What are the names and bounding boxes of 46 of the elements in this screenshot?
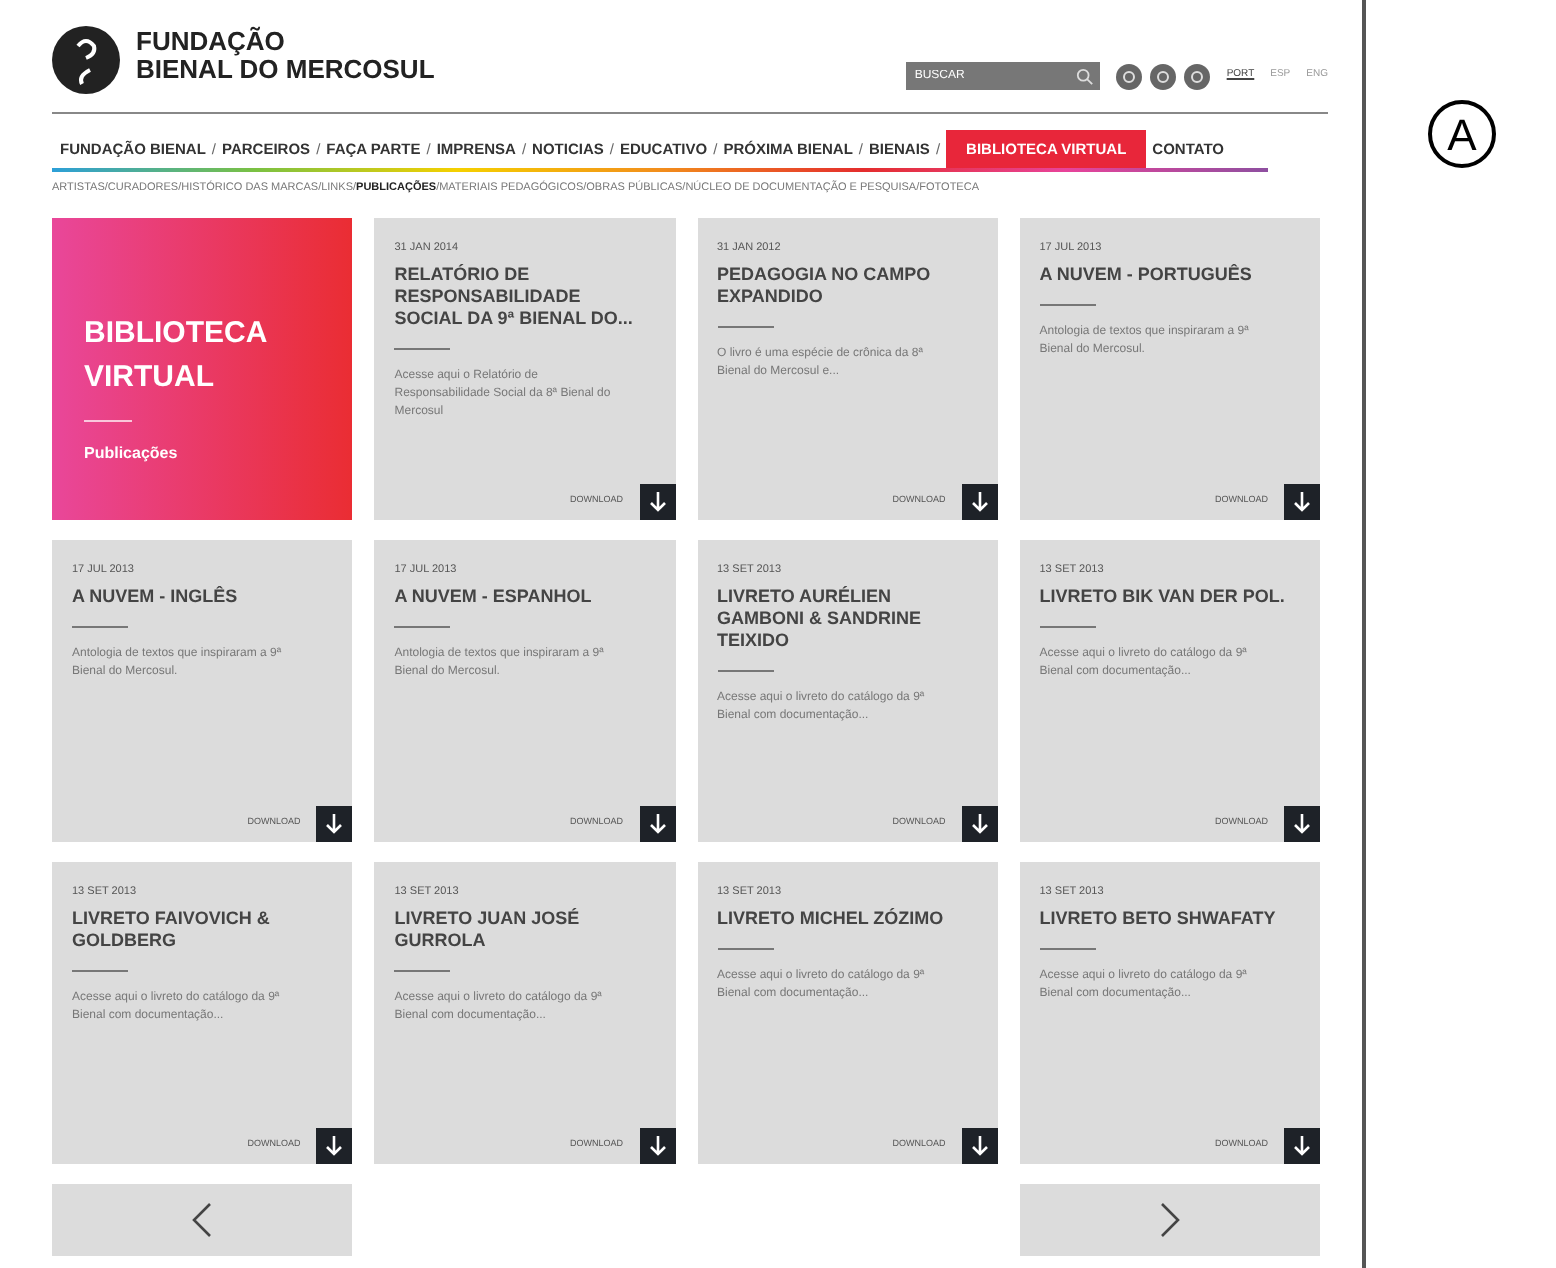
download-button[interactable]: [316, 805, 353, 841]
publication-title: A NUVEM - INGLÊS: [72, 585, 240, 608]
download-button[interactable]: [1284, 483, 1320, 519]
download-button[interactable]: [961, 1127, 998, 1163]
download-button[interactable]: [639, 1127, 675, 1163]
feature-subtitle: Publicações: [84, 441, 180, 465]
publication-title: LIVRETO BETO SHWAFATY: [1039, 907, 1278, 930]
publication-title: LIVRETO JUAN JOSÉ GURROLA: [394, 907, 582, 952]
publication-title: PEDAGOGIA NO CAMPO EXPANDIDO: [717, 263, 933, 308]
logo-icon: [52, 26, 120, 94]
download-button[interactable]: [639, 483, 675, 519]
logo-text: FUNDAÇÃO: [136, 28, 287, 56]
arrow-down-icon: [1294, 491, 1310, 511]
arrow-down-icon: [649, 491, 665, 511]
feature-title: BIBLIOTECA VIRTUAL: [84, 313, 269, 397]
logo-text: BIENAL DO MERCOSUL: [136, 56, 435, 84]
publication-title: LIVRETO AURÉLIEN GAMBONI & SANDRINE TEIXIDO: [717, 585, 924, 652]
arrow-down-icon: [1294, 1135, 1310, 1155]
arrow-down-icon: [971, 1135, 988, 1155]
download-button[interactable]: [961, 483, 998, 519]
figure-label: A: [1428, 100, 1496, 168]
publication-title: LIVRETO BIK VAN DER POL.: [1039, 585, 1287, 608]
publication-title: LIVRETO FAIVOVICH & GOLDBERG: [72, 907, 272, 952]
chevron-right-icon: [1160, 1201, 1180, 1237]
social-icon[interactable]: [1150, 63, 1177, 89]
arrow-down-icon: [971, 813, 988, 833]
social-icon[interactable]: [1184, 63, 1211, 89]
download-button[interactable]: [316, 1127, 353, 1163]
publication-title: A NUVEM - ESPANHOL: [394, 585, 594, 608]
arrow-down-icon: [649, 813, 665, 833]
publication-title: A NUVEM - PORTUGUÊS: [1039, 263, 1254, 286]
arrow-down-icon: [1294, 813, 1310, 833]
publication-title: RELATÓRIO DE RESPONSABILIDADE SOCIAL DA 9ª BIENAL DO...: [394, 263, 635, 330]
social-icon[interactable]: [1116, 63, 1143, 89]
download-button[interactable]: [1284, 805, 1320, 841]
download-button[interactable]: [1284, 1127, 1320, 1163]
arrow-down-icon: [649, 1135, 665, 1155]
search-icon: [1076, 67, 1095, 85]
download-button[interactable]: [961, 805, 998, 841]
feature-card[interactable]: BIBLIOTECA VIRTUAL Publicações: [52, 217, 353, 519]
arrow-down-icon: [971, 491, 988, 511]
chevron-left-icon: [192, 1201, 212, 1237]
arrow-down-icon: [326, 1135, 343, 1155]
download-button[interactable]: [639, 805, 675, 841]
arrow-down-icon: [326, 813, 343, 833]
publication-title: LIVRETO MICHEL ZÓZIMO: [717, 907, 946, 930]
